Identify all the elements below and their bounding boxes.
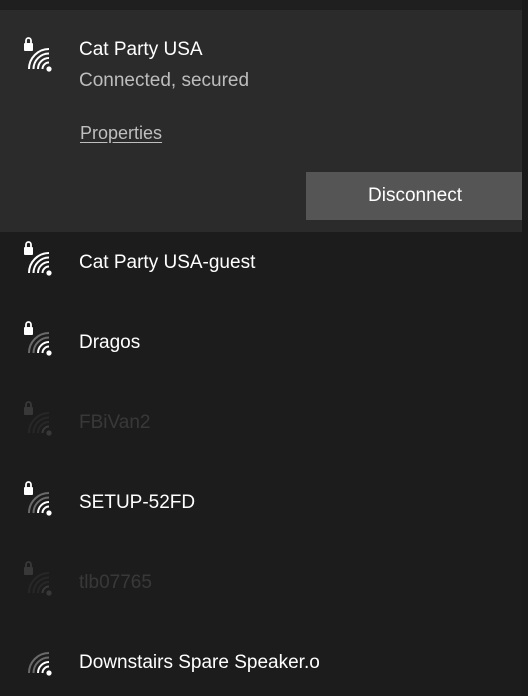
connected-network-status: Connected, secured xyxy=(79,70,250,91)
wifi-secured-icon xyxy=(22,480,56,518)
network-list-item[interactable]: Cat Party USA-guest xyxy=(0,232,522,308)
connected-network-name: Cat Party USA xyxy=(79,39,203,60)
network-list-item[interactable]: Dragos xyxy=(0,312,522,388)
connected-network-item[interactable]: Cat Party USA Connected, secured Propert… xyxy=(0,10,524,232)
wifi-secured-icon xyxy=(22,36,56,74)
network-name: tlb07765 xyxy=(79,572,152,593)
network-name: Downstairs Spare Speaker.o xyxy=(79,652,320,673)
scrollbar-track[interactable] xyxy=(522,0,528,696)
network-name: Cat Party USA-guest xyxy=(79,252,256,273)
wifi-secured-icon xyxy=(22,560,56,598)
network-list-item[interactable]: FBiVan2 xyxy=(0,392,522,468)
network-name: SETUP-52FD xyxy=(79,492,196,513)
network-name: FBiVan2 xyxy=(79,412,151,433)
network-list-item[interactable]: Downstairs Spare Speaker.o xyxy=(0,632,522,696)
top-strip xyxy=(0,0,528,10)
properties-link[interactable]: Properties xyxy=(80,122,162,144)
network-list-item[interactable]: tlb07765 xyxy=(0,552,522,628)
wifi-secured-icon xyxy=(22,320,56,358)
wifi-secured-icon xyxy=(22,240,56,278)
network-list-item[interactable]: SETUP-52FD xyxy=(0,472,522,548)
wifi-network-flyout: Cat Party USA Connected, secured Propert… xyxy=(0,0,528,696)
wifi-open-icon xyxy=(22,640,56,678)
disconnect-button[interactable]: Disconnect xyxy=(306,172,524,220)
network-name: Dragos xyxy=(79,332,141,353)
wifi-secured-icon xyxy=(22,400,56,438)
